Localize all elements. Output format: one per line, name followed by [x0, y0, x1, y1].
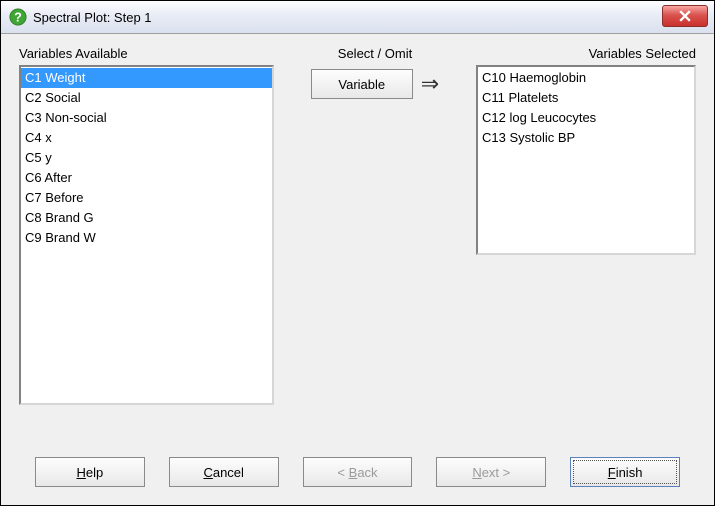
finish-button[interactable]: Finish — [570, 457, 680, 487]
list-item[interactable]: C9 Brand W — [21, 228, 272, 248]
dialog-body: Variables Available C1 Weight C2 Social … — [1, 34, 714, 505]
col-available: Variables Available C1 Weight C2 Social … — [19, 46, 274, 443]
listbox-selected[interactable]: C10 Haemoglobin C11 Platelets C12 log Le… — [476, 65, 696, 255]
titlebar: ? Spectral Plot: Step 1 — [1, 1, 714, 34]
cancel-button[interactable]: Cancel — [169, 457, 279, 487]
list-item[interactable]: C8 Brand G — [21, 208, 272, 228]
arrow-right-icon: ⇒ — [421, 71, 439, 97]
variable-button[interactable]: Variable — [311, 69, 413, 99]
list-item[interactable]: C12 log Leucocytes — [478, 108, 694, 128]
window-title: Spectral Plot: Step 1 — [33, 10, 152, 25]
col-selected: Variables Selected C10 Haemoglobin C11 P… — [476, 46, 696, 443]
main-row: Variables Available C1 Weight C2 Social … — [19, 46, 696, 443]
button-row: Help Cancel < Back Next > Finish — [19, 443, 696, 505]
list-item[interactable]: C1 Weight — [21, 68, 272, 88]
label-selected: Variables Selected — [476, 46, 696, 61]
label-available: Variables Available — [19, 46, 274, 61]
list-item[interactable]: C2 Social — [21, 88, 272, 108]
help-button[interactable]: Help — [35, 457, 145, 487]
list-item[interactable]: C10 Haemoglobin — [478, 68, 694, 88]
col-middle: Select / Omit Variable ⇒ — [274, 46, 476, 443]
next-button[interactable]: Next > — [436, 457, 546, 487]
close-icon — [679, 10, 691, 22]
list-item[interactable]: C11 Platelets — [478, 88, 694, 108]
dialog-spectral-plot: ? Spectral Plot: Step 1 Variables Availa… — [0, 0, 715, 506]
list-item[interactable]: C13 Systolic BP — [478, 128, 694, 148]
list-item[interactable]: C5 y — [21, 148, 272, 168]
label-select-omit: Select / Omit — [338, 46, 412, 61]
svg-text:?: ? — [14, 11, 22, 25]
list-item[interactable]: C3 Non-social — [21, 108, 272, 128]
help-icon: ? — [9, 8, 27, 26]
listbox-available[interactable]: C1 Weight C2 Social C3 Non-social C4 x C… — [19, 65, 274, 405]
list-item[interactable]: C4 x — [21, 128, 272, 148]
list-item[interactable]: C7 Before — [21, 188, 272, 208]
back-button[interactable]: < Back — [303, 457, 413, 487]
list-item[interactable]: C6 After — [21, 168, 272, 188]
close-button[interactable] — [662, 5, 708, 27]
